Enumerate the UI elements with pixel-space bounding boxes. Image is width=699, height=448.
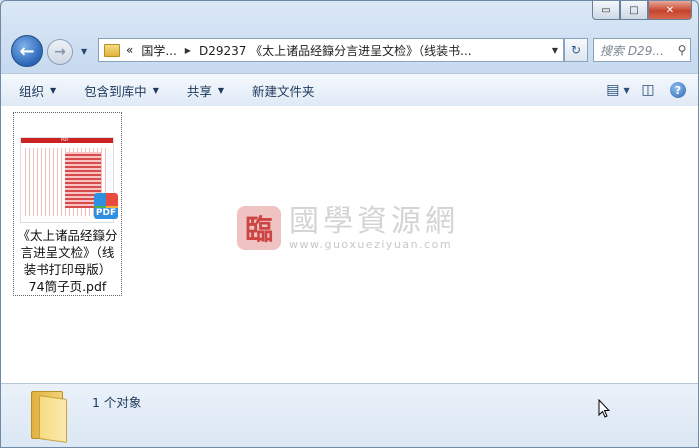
breadcrumb-overflow[interactable]: « [126, 43, 133, 57]
preview-pane-button[interactable]: ◫ [636, 78, 660, 102]
thumbnail-header-text: PDF [61, 137, 69, 142]
pdf-file-icon: PDF [94, 193, 118, 219]
maximize-button[interactable]: □ [620, 1, 648, 20]
share-menu[interactable]: 共享 ▼ [177, 78, 234, 102]
new-folder-label: 新建文件夹 [252, 83, 315, 99]
back-button[interactable]: ← [11, 35, 43, 67]
chevron-down-icon: ▼ [217, 85, 225, 95]
new-folder-button[interactable]: 新建文件夹 [242, 78, 325, 102]
mouse-cursor-icon [598, 399, 610, 418]
breadcrumb: « 国学... ▶ D29237 《太上诸品经籙分言进呈文检》（线装书... [126, 42, 547, 59]
refresh-icon: ↻ [570, 43, 582, 57]
chevron-down-icon: ▼ [152, 85, 159, 95]
view-icon: ▤ [606, 82, 620, 98]
file-name-line: 言进呈文检》（线 [20, 245, 115, 260]
caption-buttons: ▭ □ ✕ [592, 1, 692, 20]
command-bar: 组织 ▼ 包含到库中 ▼ 共享 ▼ 新建文件夹 ▤ ▼ ◫ ? [1, 73, 698, 107]
file-name: 《太上诸品经籙分 言进呈文检》（线 装书打印母版） 74筒子页.pdf [14, 227, 121, 295]
refresh-button[interactable]: ↻ [564, 38, 588, 62]
folder-icon [29, 389, 69, 443]
share-label: 共享 [186, 83, 212, 99]
chevron-down-icon: ▼ [50, 85, 57, 95]
file-item-pdf[interactable]: PDF PDF 《太上诸品经籙分 言进呈文检》（线 装书打印母版） 74筒子页.… [13, 112, 122, 296]
view-options-button[interactable]: ▤ ▼ [606, 78, 630, 102]
item-count: 1 个对象 [92, 395, 142, 410]
watermark-chinese: 國學資源網 [289, 203, 459, 239]
minimize-button[interactable]: ▭ [592, 1, 620, 20]
forward-arrow-icon: → [54, 44, 66, 60]
address-bar[interactable]: « 国学... ▶ D29237 《太上诸品经籙分言进呈文检》（线装书... ▼ [98, 38, 564, 62]
search-icon: ⚲ [677, 43, 687, 57]
help-icon: ? [670, 82, 686, 98]
preview-pane-icon: ◫ [641, 82, 655, 98]
file-list-area[interactable]: PDF PDF 《太上诸品经籙分 言进呈文检》（线 装书打印母版） 74筒子页.… [1, 106, 698, 383]
folder-front [39, 395, 67, 443]
organize-label: 组织 [19, 83, 45, 99]
folder-icon [104, 43, 120, 57]
help-button[interactable]: ? [666, 78, 690, 102]
address-dropdown-icon[interactable]: ▼ [547, 46, 563, 55]
close-button[interactable]: ✕ [648, 1, 692, 20]
watermark: 臨 國學資源網 www.guoxueziyuan.com [237, 201, 459, 255]
file-name-line: 74筒子页.pdf [28, 279, 107, 294]
file-name-line: 装书打印母版） [23, 262, 112, 277]
view-controls: ▤ ▼ ◫ ? [606, 78, 690, 102]
include-library-label: 包含到库中 [84, 83, 147, 99]
forward-button[interactable]: → [47, 39, 73, 65]
watermark-url: www.guoxueziyuan.com [289, 237, 453, 251]
chevron-right-icon[interactable]: ▶ [185, 46, 191, 55]
breadcrumb-item-guoxue[interactable]: 国学... [141, 42, 176, 59]
file-name-line: 《太上诸品经籙分 [17, 228, 118, 243]
pdf-badge-label: PDF [94, 208, 118, 219]
explorer-window: ▭ □ ✕ ← → ▼ « 国学... ▶ D29237 《太上诸品经籙分言进呈… [0, 0, 699, 448]
recent-pages-dropdown-icon[interactable]: ▼ [81, 47, 87, 56]
navigation-bar: ← → ▼ « 国学... ▶ D29237 《太上诸品经籙分言进呈文检》（线装… [11, 34, 691, 67]
watermark-seal-logo: 臨 [237, 206, 281, 250]
include-in-library-menu[interactable]: 包含到库中 ▼ [74, 78, 169, 102]
chevron-down-icon: ▼ [623, 85, 630, 95]
breadcrumb-item-current[interactable]: D29237 《太上诸品经籙分言进呈文检》（线装书... [199, 42, 472, 59]
back-arrow-icon: ← [19, 40, 35, 62]
watermark-text: 國學資源網 www.guoxueziyuan.com [289, 203, 459, 251]
search-input[interactable]: 搜索 D29... [594, 42, 674, 59]
organize-menu[interactable]: 组织 ▼ [9, 78, 66, 102]
search-box[interactable]: 搜索 D29... ⚲ [593, 38, 691, 62]
details-pane: 1 个对象 [1, 383, 698, 447]
